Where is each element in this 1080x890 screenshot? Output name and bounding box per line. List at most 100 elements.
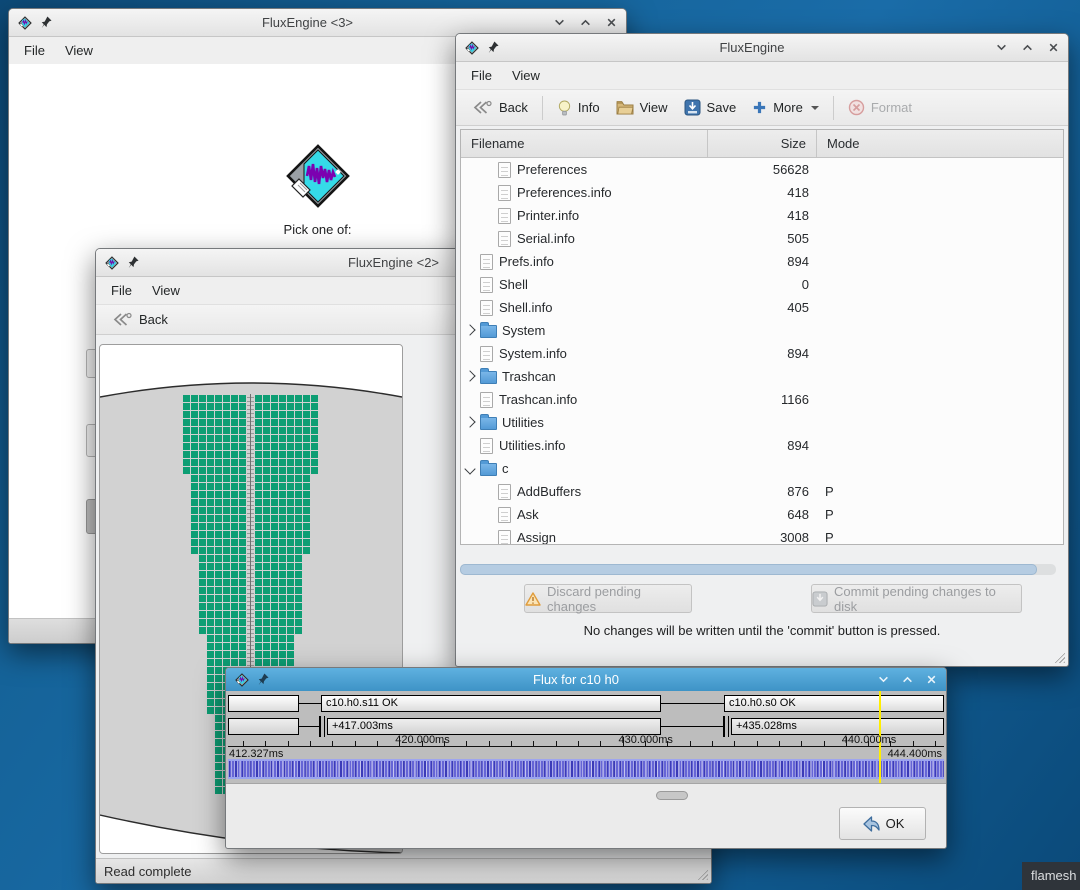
file-icon — [480, 346, 493, 362]
dropdown-caret-icon — [811, 106, 819, 110]
window-title: FluxEngine <3> — [69, 15, 546, 30]
minimize-icon[interactable] — [553, 17, 565, 29]
minimize-icon[interactable] — [995, 42, 1007, 54]
horizontal-scrollbar[interactable] — [460, 564, 1056, 575]
axis-tick — [757, 741, 758, 746]
maximize-icon[interactable] — [901, 674, 913, 686]
resize-grip[interactable] — [695, 867, 708, 880]
folder-open-icon — [616, 100, 634, 115]
table-row[interactable]: Trashcan.info1166 — [461, 388, 1063, 411]
table-row[interactable]: Prefs.info894 — [461, 250, 1063, 273]
pin-icon[interactable] — [258, 673, 269, 686]
mode-cell: P — [817, 480, 1063, 503]
toolbar-separator — [833, 96, 834, 120]
toolbar-separator — [542, 96, 543, 120]
flux-dialog-area: OK — [226, 783, 946, 848]
table-row[interactable]: Shell.info 405 — [461, 296, 1063, 319]
resize-grip[interactable] — [1052, 650, 1065, 663]
back-button[interactable]: Back — [464, 93, 536, 122]
axis-tick-label: 440.000ms — [842, 734, 896, 746]
table-row[interactable]: Utilities — [461, 411, 1063, 434]
save-button[interactable]: Save — [676, 93, 745, 122]
axis-tick-label: 420.000ms — [395, 734, 449, 746]
file-icon — [498, 231, 511, 247]
table-row[interactable]: System — [461, 319, 1063, 342]
column-header-filename[interactable]: Filename — [461, 130, 707, 157]
maximize-icon[interactable] — [1021, 42, 1033, 54]
splitter-handle[interactable] — [656, 791, 688, 800]
ok-label: OK — [886, 816, 905, 831]
size-cell — [707, 365, 817, 388]
axis-tick — [310, 741, 311, 746]
mode-cell: P — [817, 526, 1063, 544]
ok-button[interactable]: OK — [839, 807, 926, 840]
pin-icon[interactable] — [488, 41, 499, 54]
titlebar[interactable]: FluxEngine — [456, 34, 1068, 62]
table-row[interactable]: c — [461, 457, 1063, 480]
discard-changes-button[interactable]: Discard pending changes — [524, 584, 692, 613]
more-button[interactable]: More — [744, 94, 827, 121]
menu-file[interactable]: File — [101, 279, 142, 302]
table-row[interactable]: Preferences56628 — [461, 158, 1063, 181]
scrollbar-thumb[interactable] — [460, 564, 1037, 575]
filename-text: Shell.info — [499, 300, 552, 315]
axis-tick — [511, 741, 512, 746]
menu-file[interactable]: File — [14, 39, 55, 62]
maximize-icon[interactable] — [579, 17, 591, 29]
table-row[interactable]: Serial.info505 — [461, 227, 1063, 250]
file-icon — [480, 438, 493, 454]
minimize-icon[interactable] — [877, 674, 889, 686]
info-button[interactable]: Info — [549, 93, 608, 123]
save-label: Save — [707, 100, 737, 115]
table-row[interactable]: Ask648P — [461, 503, 1063, 526]
table-row[interactable]: System.info894 — [461, 342, 1063, 365]
filename-text: Serial.info — [517, 231, 575, 246]
column-header-mode[interactable]: Mode — [817, 130, 1063, 157]
close-icon[interactable] — [605, 17, 617, 29]
table-row[interactable]: Preferences.info418 — [461, 181, 1063, 204]
status-text: Read complete — [104, 864, 191, 879]
table-row[interactable]: AddBuffers876P — [461, 480, 1063, 503]
flux-plot[interactable]: c10.h0.s11 OK c10.h0.s0 OK +417.003ms +4… — [226, 691, 946, 783]
menu-view[interactable]: View — [55, 39, 103, 62]
connector-line — [299, 703, 321, 704]
lightbulb-icon — [557, 99, 572, 117]
size-cell: 405 — [707, 296, 817, 319]
pin-icon[interactable] — [128, 256, 139, 269]
size-cell: 876 — [707, 480, 817, 503]
back-button[interactable]: Back — [104, 305, 176, 334]
mode-cell — [817, 434, 1063, 457]
table-row[interactable]: Assign3008P — [461, 526, 1063, 544]
size-cell — [707, 319, 817, 342]
size-cell: 56628 — [707, 158, 817, 181]
table-row[interactable]: Printer.info418 — [461, 204, 1063, 227]
file-table-body: Preferences56628Preferences.info418Print… — [461, 158, 1063, 544]
sector-box: c10.h0.s11 OK — [321, 695, 661, 712]
timing-box-partial — [228, 718, 299, 735]
close-icon[interactable] — [925, 674, 937, 686]
commit-changes-button[interactable]: Commit pending changes to disk — [811, 584, 1022, 613]
format-button[interactable]: Format — [840, 93, 920, 122]
timing-box: +435.028ms — [731, 718, 944, 735]
filename-text: Printer.info — [517, 208, 579, 223]
size-cell: 894 — [707, 434, 817, 457]
table-row[interactable]: Shell0 — [461, 273, 1063, 296]
titlebar[interactable]: Flux for c10 h0 — [226, 668, 946, 692]
mode-cell — [817, 181, 1063, 204]
menu-view[interactable]: View — [502, 64, 550, 87]
table-row[interactable]: Trashcan — [461, 365, 1063, 388]
window-title: FluxEngine — [516, 40, 988, 55]
sector-blocks-left — [191, 474, 247, 554]
window-fluxengine-files: FluxEngine File View Back Info View Save — [455, 33, 1069, 667]
fluxengine-icon — [105, 256, 119, 270]
menu-file[interactable]: File — [461, 64, 502, 87]
table-row[interactable]: Utilities.info894 — [461, 434, 1063, 457]
filename-text: Ask — [517, 507, 539, 522]
close-icon[interactable] — [1047, 42, 1059, 54]
column-header-size[interactable]: Size — [707, 130, 817, 157]
menu-view[interactable]: View — [142, 279, 190, 302]
mode-cell — [817, 273, 1063, 296]
pin-icon[interactable] — [41, 16, 52, 29]
sector-box-partial — [228, 695, 299, 712]
view-button[interactable]: View — [608, 94, 676, 121]
